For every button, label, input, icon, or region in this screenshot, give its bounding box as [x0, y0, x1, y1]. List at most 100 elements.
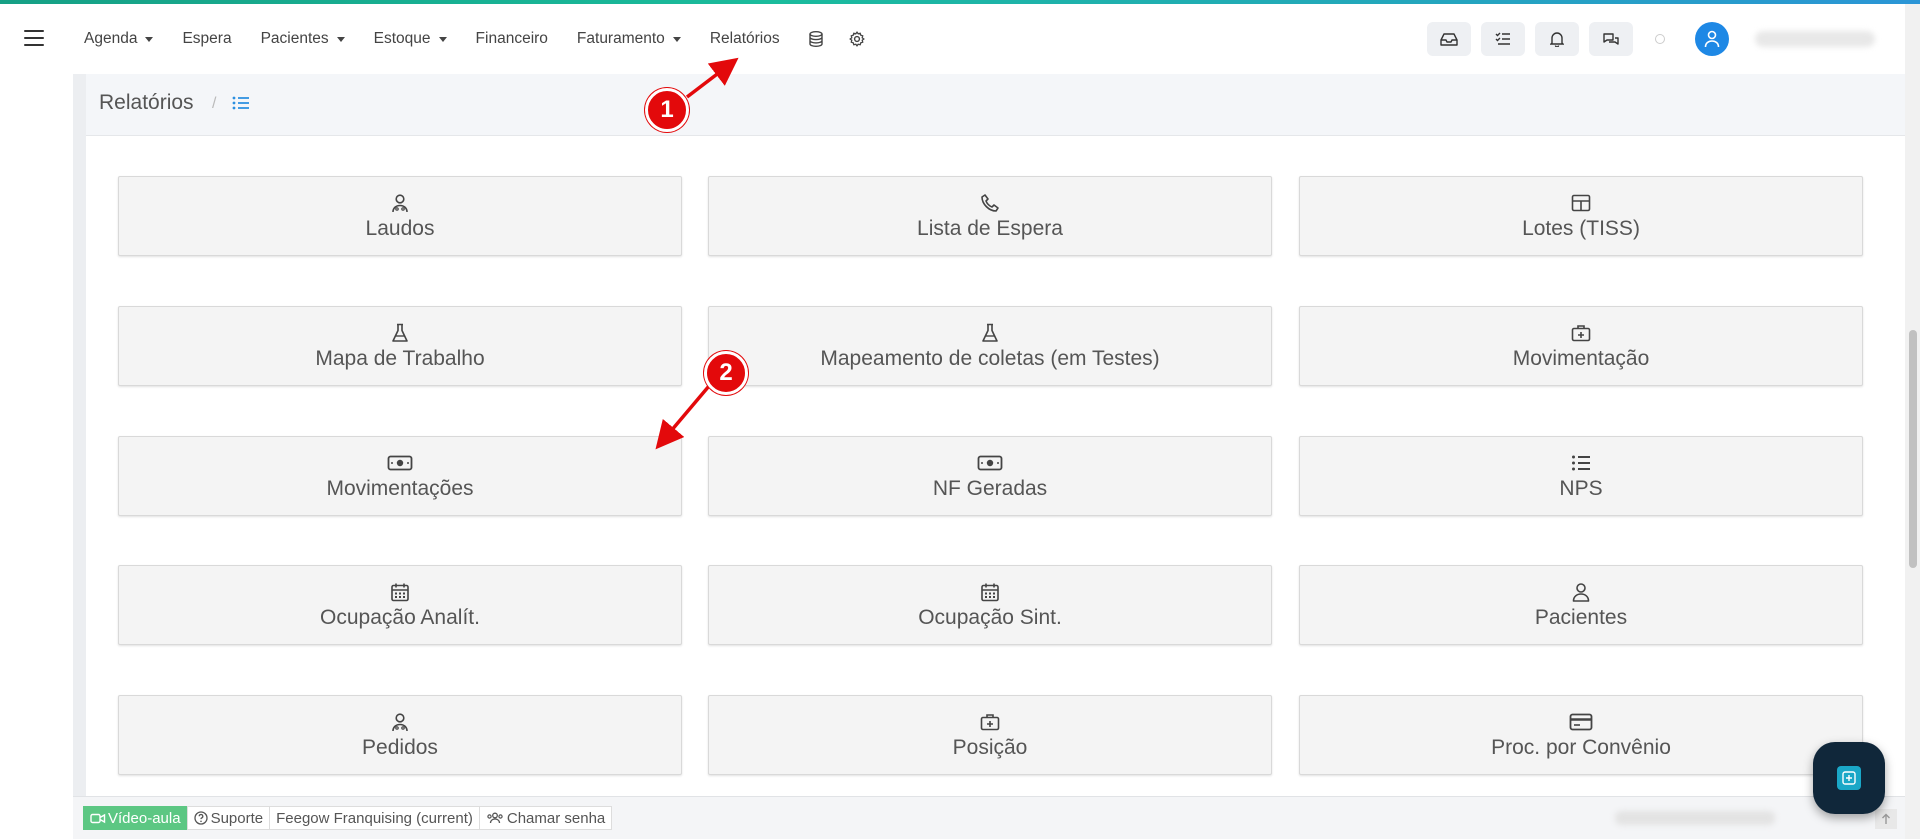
help-chat-button[interactable] — [1813, 742, 1885, 814]
users-icon — [487, 812, 503, 824]
report-label: Movimentações — [326, 476, 474, 500]
support-label: Suporte — [210, 809, 264, 827]
nav-faturamento[interactable]: Faturamento — [577, 30, 681, 48]
caret-down-icon — [336, 36, 345, 42]
report-label: Ocupação Sint. — [918, 605, 1062, 629]
support-button[interactable]: Suporte — [186, 806, 271, 830]
user-icon — [1704, 30, 1720, 48]
report-label: Mapeamento de coletas (em Testes) — [820, 346, 1160, 370]
report-card-ocupacao-analit[interactable]: Ocupação Analít. — [118, 565, 682, 645]
table-icon — [1571, 192, 1591, 214]
report-card-posicao[interactable]: Posição — [708, 695, 1272, 775]
notifications-button[interactable] — [1535, 22, 1579, 56]
caret-down-icon — [672, 36, 681, 42]
money-icon — [977, 452, 1003, 474]
messages-button[interactable] — [1589, 22, 1633, 56]
nav-faturamento-label: Faturamento — [576, 30, 665, 47]
report-card-laudos[interactable]: Laudos — [118, 176, 682, 256]
tasks-button[interactable] — [1481, 22, 1525, 56]
medical-kit-icon — [1571, 322, 1591, 344]
hamburger-menu-icon[interactable] — [24, 30, 44, 46]
calendar-icon — [980, 581, 1000, 603]
call-password-label: Chamar senha — [506, 809, 606, 827]
report-card-mapa-de-trabalho[interactable]: Mapa de Trabalho — [118, 306, 682, 386]
nav-financeiro[interactable]: Financeiro — [476, 30, 548, 48]
caret-down-icon — [145, 36, 154, 42]
call-password-button[interactable]: Chamar senha — [478, 806, 613, 830]
phone-icon — [980, 192, 1000, 214]
nav-pacientes[interactable]: Pacientes — [261, 30, 345, 48]
franchise-button[interactable]: Feegow Franquising (current) — [269, 806, 480, 830]
nav-financeiro-label: Financeiro — [475, 30, 548, 47]
report-card-ocupacao-sint[interactable]: Ocupação Sint. — [708, 565, 1272, 645]
footer-actions: Vídeo-aula Suporte Feegow Franquising (c… — [83, 806, 613, 830]
report-card-pedidos[interactable]: Pedidos — [118, 695, 682, 775]
report-label: Posição — [952, 735, 1028, 759]
scroll-top-button[interactable] — [1875, 809, 1897, 829]
report-card-movimentacoes[interactable]: Movimentações — [118, 436, 682, 516]
money-icon — [387, 452, 413, 474]
flask-icon — [981, 322, 999, 344]
nav-agenda[interactable]: Agenda — [84, 30, 154, 48]
report-label: Lista de Espera — [917, 216, 1063, 240]
top-navbar: Agenda Espera Pacientes Estoque Financei… — [0, 4, 1905, 74]
database-icon[interactable] — [808, 31, 823, 47]
page-scrollbar[interactable] — [1905, 4, 1920, 839]
question-circle-icon — [193, 811, 208, 825]
video-lesson-button[interactable]: Vídeo-aula — [83, 806, 188, 830]
nav-espera-label: Espera — [182, 30, 232, 47]
report-label: Movimentação — [1512, 346, 1650, 370]
chat-icon — [1603, 32, 1619, 45]
report-label: Proc. por Convênio — [1491, 735, 1671, 759]
report-label: Laudos — [365, 216, 435, 240]
calendar-icon — [390, 581, 410, 603]
credit-card-icon — [1569, 711, 1593, 733]
report-card-mapeamento-de-coletas[interactable]: Mapeamento de coletas (em Testes) — [708, 306, 1272, 386]
checklist-icon — [1495, 32, 1510, 45]
doctor-icon — [390, 192, 410, 214]
nav-agenda-label: Agenda — [84, 30, 138, 47]
page-title: Relatórios — [99, 91, 194, 114]
annotation-badge-1: 1 — [645, 88, 689, 132]
caret-down-icon — [438, 36, 447, 42]
report-card-movimentacao[interactable]: Movimentação — [1299, 306, 1863, 386]
franchise-label: Feegow Franquising (current) — [276, 809, 473, 827]
scroll-thumb[interactable] — [1909, 330, 1917, 568]
report-card-proc-por-convenio[interactable]: Proc. por Convênio — [1299, 695, 1863, 775]
reports-grid: Laudos Lista de Espera Lotes (TISS) Mapa… — [86, 136, 1905, 796]
avatar[interactable] — [1695, 22, 1729, 56]
inbox-button[interactable] — [1427, 22, 1471, 56]
left-gutter — [73, 74, 86, 839]
report-label: NPS — [1559, 476, 1603, 500]
report-card-nf-geradas[interactable]: NF Geradas — [708, 436, 1272, 516]
arrow-up-icon — [1882, 813, 1890, 824]
user-name-blurred[interactable] — [1755, 31, 1875, 47]
main-menu: Agenda Espera Pacientes Estoque Financei… — [84, 4, 891, 74]
report-label: Ocupação Analít. — [320, 605, 480, 629]
inbox-icon — [1440, 33, 1458, 46]
nav-estoque[interactable]: Estoque — [374, 30, 447, 48]
report-label: Lotes (TISS) — [1522, 216, 1640, 240]
footer-bar: Vídeo-aula Suporte Feegow Franquising (c… — [73, 796, 1905, 839]
report-card-lista-de-espera[interactable]: Lista de Espera — [708, 176, 1272, 256]
nav-espera[interactable]: Espera — [182, 30, 231, 48]
flask-icon — [391, 322, 409, 344]
nav-estoque-label: Estoque — [373, 30, 431, 47]
bell-icon — [1550, 32, 1564, 47]
footer-info-blurred — [1615, 811, 1775, 825]
status-indicator — [1655, 34, 1665, 44]
nav-relatorios[interactable]: Relatórios — [710, 30, 780, 48]
gear-icon[interactable] — [848, 31, 865, 47]
report-card-nps[interactable]: NPS — [1299, 436, 1863, 516]
list-icon — [1571, 452, 1591, 474]
nav-pacientes-label: Pacientes — [260, 30, 329, 47]
video-camera-icon — [90, 813, 106, 823]
report-label: Pacientes — [1534, 605, 1628, 629]
report-card-pacientes[interactable]: Pacientes — [1299, 565, 1863, 645]
header-tools — [1417, 22, 1875, 56]
chat-widget-icon — [1837, 766, 1861, 790]
report-card-lotes-tiss[interactable]: Lotes (TISS) — [1299, 176, 1863, 256]
user-icon — [1571, 581, 1591, 603]
report-label: NF Geradas — [932, 476, 1048, 500]
list-icon[interactable] — [232, 96, 250, 115]
